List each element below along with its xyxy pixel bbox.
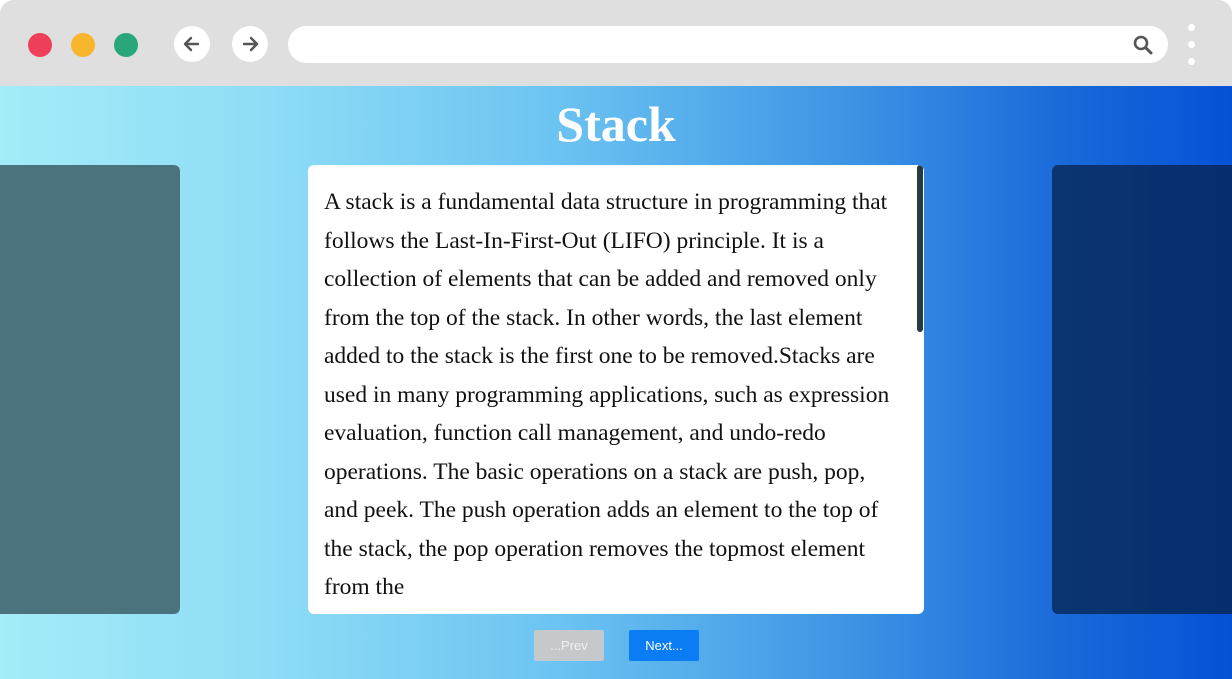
page-title: Stack [556,96,676,152]
content-card[interactable]: A stack is a fundamental data structure … [308,165,924,614]
scrollbar[interactable] [916,165,924,614]
minimize-window-dot[interactable] [71,33,95,57]
address-bar[interactable] [288,26,1168,63]
prev-button[interactable]: ...Prev [534,630,604,661]
arrow-left-icon [183,36,200,52]
kebab-menu-icon[interactable] [1184,24,1198,66]
previous-slide-card[interactable] [0,165,180,614]
close-window-dot[interactable] [28,33,52,57]
browser-window: Stack A stack is a fundamental data stru… [0,0,1232,679]
next-slide-card[interactable] [1052,165,1232,614]
scrollbar-thumb[interactable] [917,165,923,332]
page-content: Stack A stack is a fundamental data stru… [0,86,1232,679]
search-icon[interactable] [1132,34,1154,56]
content-text: A stack is a fundamental data structure … [324,189,890,600]
next-button[interactable]: Next... [629,630,699,661]
forward-button[interactable] [232,26,268,62]
browser-toolbar [0,0,1232,86]
back-button[interactable] [174,26,210,62]
maximize-window-dot[interactable] [114,33,138,57]
arrow-right-icon [242,36,259,52]
